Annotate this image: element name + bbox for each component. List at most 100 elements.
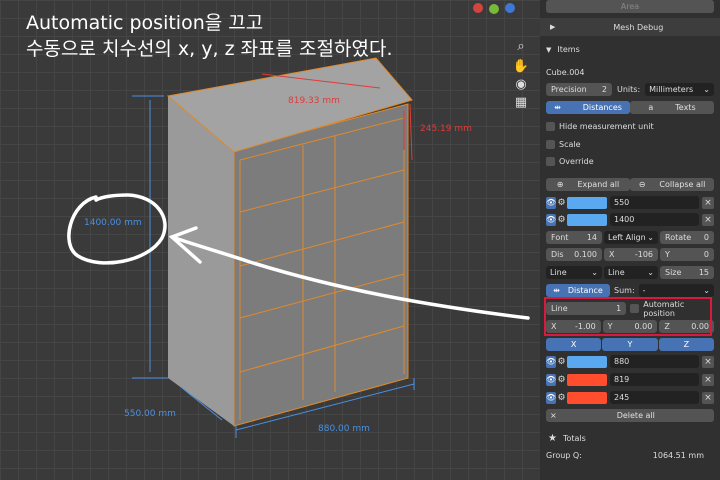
eye-icon[interactable]: 👁 xyxy=(546,391,556,404)
annotation-title-line-1: Automatic position을 끄고 xyxy=(26,12,264,34)
eye-icon[interactable]: 👁 xyxy=(546,373,556,386)
mesh-debug-label: Mesh Debug xyxy=(613,22,664,32)
axis-y-button[interactable]: Y xyxy=(602,338,658,351)
eye-icon[interactable]: 👁 xyxy=(546,213,556,226)
units-value: Millimeters xyxy=(649,85,694,94)
font-size-field[interactable]: Font 14 xyxy=(546,231,602,244)
x-offset-field[interactable]: X -106 xyxy=(604,248,658,261)
delete-all-button[interactable]: × Delete all xyxy=(546,409,714,422)
line-style-dropdown-2[interactable]: Line ⌄ xyxy=(604,266,658,279)
precision-label: Precision xyxy=(551,85,587,94)
close-icon[interactable]: × xyxy=(702,391,714,404)
line-style-2-value: Line xyxy=(608,268,625,277)
dim-item-row: 👁 ⚙ 819 × xyxy=(546,373,714,386)
dim-item-row: 👁 ⚙ 1400 × xyxy=(546,213,714,226)
axis-x-button[interactable]: X xyxy=(546,338,602,351)
collapse-all-button[interactable]: ⊖ Collapse all xyxy=(630,178,714,191)
dim-top-height-label: 245.19 mm xyxy=(420,124,472,134)
rotate-label: Rotate xyxy=(665,233,692,242)
navigation-gizmo[interactable] xyxy=(470,0,540,20)
grid-view-icon[interactable]: ▦ xyxy=(512,94,530,112)
color-swatch[interactable] xyxy=(567,373,607,386)
hand-pan-icon[interactable]: ✋ xyxy=(512,58,530,76)
camera-icon[interactable]: ◉ xyxy=(512,76,530,94)
color-swatch[interactable] xyxy=(567,391,607,404)
expand-all-button[interactable]: ⊕ Expand all xyxy=(546,178,630,191)
line-style-dropdown-1[interactable]: Line ⌄ xyxy=(546,266,602,279)
units-dropdown[interactable]: Millimeters ⌄ xyxy=(645,83,714,96)
color-swatch[interactable] xyxy=(567,355,607,368)
precision-field[interactable]: Precision 2 xyxy=(546,83,612,96)
sum-value: - xyxy=(642,286,646,295)
close-icon[interactable]: × xyxy=(702,355,714,368)
close-icon[interactable]: × xyxy=(702,196,714,209)
dim-item-value[interactable]: 550 xyxy=(610,196,699,209)
hide-unit-label: Hide measurement unit xyxy=(559,122,654,131)
eye-icon[interactable]: 👁 xyxy=(546,355,556,368)
sum-dropdown[interactable]: - ⌄ xyxy=(638,284,714,297)
chevron-down-icon: ⌄ xyxy=(703,286,710,295)
gear-icon[interactable]: ⚙ xyxy=(556,214,567,226)
distance-button[interactable]: ⇹ Distance xyxy=(546,284,610,297)
align-dropdown[interactable]: Left Align ⌄ xyxy=(604,231,658,244)
distance-icon: ⇹ xyxy=(553,286,560,295)
totals-header-label: Totals xyxy=(562,433,586,443)
area-tab[interactable]: Area xyxy=(546,0,714,13)
tab-distances[interactable]: ⇹ Distances xyxy=(546,101,630,114)
dim-top-width-label: 819.33 mm xyxy=(288,96,340,106)
dim-item-value[interactable]: 819 xyxy=(610,373,699,386)
dis-field[interactable]: Dis 0.100 xyxy=(546,248,602,261)
star-icon: ★ xyxy=(548,432,557,444)
sidebar-panel: Area ▶ Mesh Debug ▼ Items Cube.004 Preci… xyxy=(540,0,720,480)
3d-viewport[interactable]: Automatic position을 끄고 수동으로 치수선의 x, y, z… xyxy=(0,0,540,480)
scale-checkbox[interactable]: Scale xyxy=(546,138,714,151)
gear-icon[interactable]: ⚙ xyxy=(556,356,567,368)
dim-item-value[interactable]: 880 xyxy=(610,355,699,368)
rotate-field[interactable]: Rotate 0 xyxy=(660,231,714,244)
size-label: Size xyxy=(665,268,682,277)
totals-header[interactable]: ★ Totals xyxy=(540,429,720,447)
dim-item-row: 👁 ⚙ 245 × xyxy=(546,391,714,404)
color-swatch[interactable] xyxy=(567,213,607,226)
close-icon[interactable]: × xyxy=(702,213,714,226)
hide-unit-checkbox[interactable]: Hide measurement unit xyxy=(546,120,714,133)
units-label: Units: xyxy=(617,85,641,94)
collapse-all-label: Collapse all xyxy=(659,180,706,189)
dim-height-circled-label: 1400.00 mm xyxy=(84,218,142,228)
zoom-icon[interactable]: ⌕ xyxy=(512,38,530,56)
dim-item-value[interactable]: 245 xyxy=(610,391,699,404)
close-icon[interactable]: × xyxy=(702,373,714,386)
gear-icon[interactable]: ⚙ xyxy=(556,392,567,404)
size-field[interactable]: Size 15 xyxy=(660,266,714,279)
axis-z-button[interactable]: Z xyxy=(658,338,714,351)
distance-button-label: Distance xyxy=(567,286,603,295)
tab-distances-label: Distances xyxy=(582,103,622,112)
scene-drawing xyxy=(67,57,530,438)
checkbox-box xyxy=(546,140,555,149)
dim-item-value[interactable]: 1400 xyxy=(610,213,699,226)
group-value: 1064.51 mm xyxy=(652,451,704,460)
color-swatch[interactable] xyxy=(567,196,607,209)
items-header[interactable]: ▼ Items xyxy=(546,43,714,56)
font-value: 14 xyxy=(586,233,597,242)
gear-icon[interactable]: ⚙ xyxy=(556,374,567,386)
chevron-down-icon: ⌄ xyxy=(647,268,654,277)
annotation-title-line-2: 수동으로 치수선의 x, y, z 좌표를 조절하였다. xyxy=(26,38,393,60)
dim-width-label: 880.00 mm xyxy=(318,424,370,434)
gear-icon[interactable]: ⚙ xyxy=(556,197,567,209)
y-offset-field[interactable]: Y 0 xyxy=(660,248,714,261)
mesh-debug-header[interactable]: ▶ Mesh Debug xyxy=(540,18,720,36)
x-value: -106 xyxy=(634,250,653,259)
close-icon: × xyxy=(550,411,557,420)
override-checkbox[interactable]: Override xyxy=(546,155,714,168)
dim-depth-label: 550.00 mm xyxy=(124,409,176,419)
minus-circle-icon: ⊖ xyxy=(638,180,646,189)
chevron-down-icon: ⌄ xyxy=(591,268,598,277)
eye-icon[interactable]: 👁 xyxy=(546,196,556,209)
y-label: Y xyxy=(665,250,670,259)
override-label: Override xyxy=(559,157,594,166)
tab-texts[interactable]: a Texts xyxy=(630,101,714,114)
dim-item-row: 👁 ⚙ 550 × xyxy=(546,196,714,209)
dis-label: Dis xyxy=(551,250,564,259)
object-name: Cube.004 xyxy=(546,68,585,77)
